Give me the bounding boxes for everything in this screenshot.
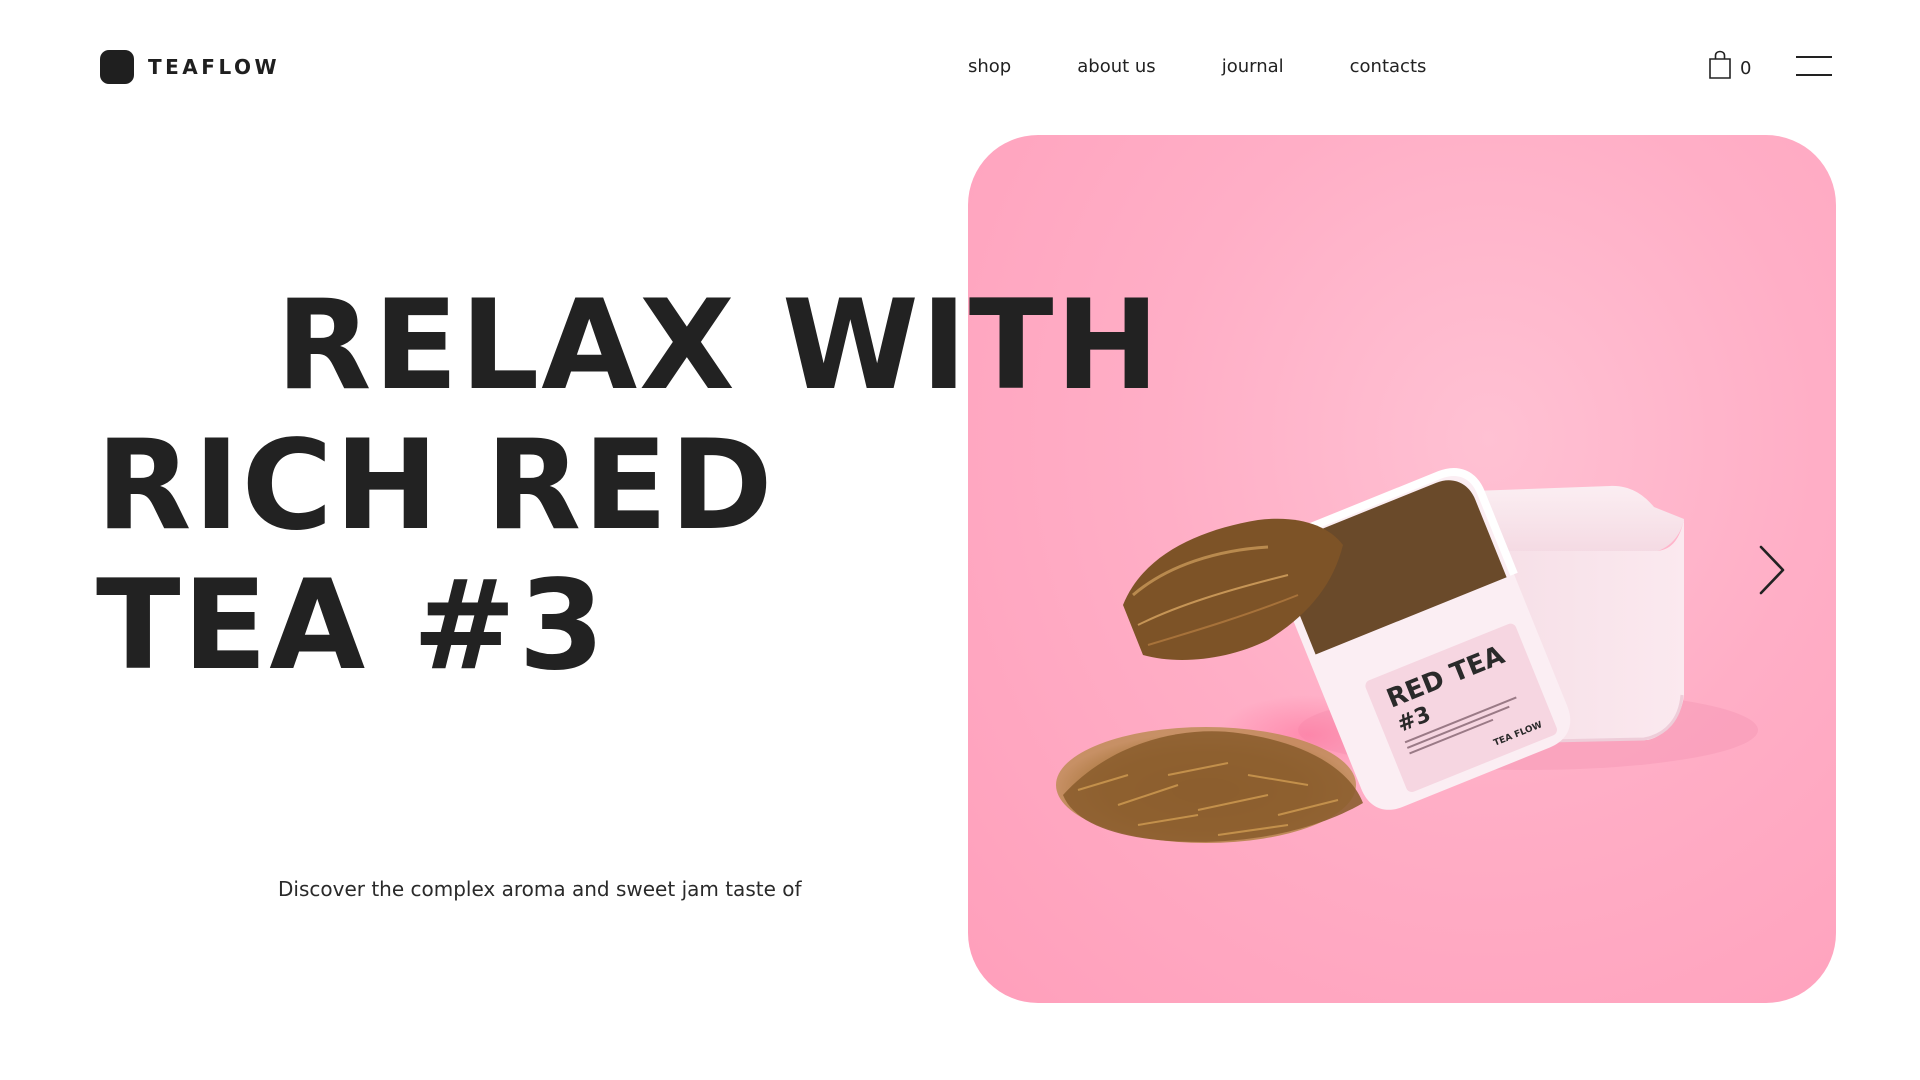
- shopping-bag-icon: [1709, 50, 1731, 79]
- landing-page: TEAFLOW shop about us journal contacts 0: [0, 0, 1920, 1080]
- nav-item-journal[interactable]: journal: [1222, 56, 1284, 77]
- headline-line-2: RICH RED: [96, 414, 775, 558]
- logo-mark-icon: [100, 50, 134, 84]
- headline-line-1: RELAX WITH: [276, 274, 1162, 418]
- chevron-right-icon[interactable]: [1755, 543, 1789, 597]
- cart-count: 0: [1740, 57, 1752, 79]
- nav-item-about-us[interactable]: about us: [1077, 56, 1155, 77]
- brand-logo[interactable]: TEAFLOW: [100, 50, 280, 84]
- brand-name: TEAFLOW: [148, 55, 281, 79]
- main-nav: shop about us journal contacts: [968, 56, 1426, 77]
- tea-tins-illustration: RED TEA #3 TEA FLOW: [1056, 468, 1758, 843]
- menu-line-top: [1796, 56, 1832, 58]
- hamburger-menu-icon[interactable]: [1796, 56, 1832, 76]
- headline-line-3: TEA #3: [96, 554, 607, 698]
- hero-description: Discover the complex aroma and sweet jam…: [278, 877, 802, 930]
- nav-item-contacts[interactable]: contacts: [1350, 56, 1427, 77]
- menu-line-bottom: [1796, 74, 1832, 76]
- cart-button[interactable]: 0: [1708, 50, 1751, 80]
- nav-item-shop[interactable]: shop: [968, 56, 1011, 77]
- hero-product-image: RED TEA #3 TEA FLOW: [968, 135, 1836, 1003]
